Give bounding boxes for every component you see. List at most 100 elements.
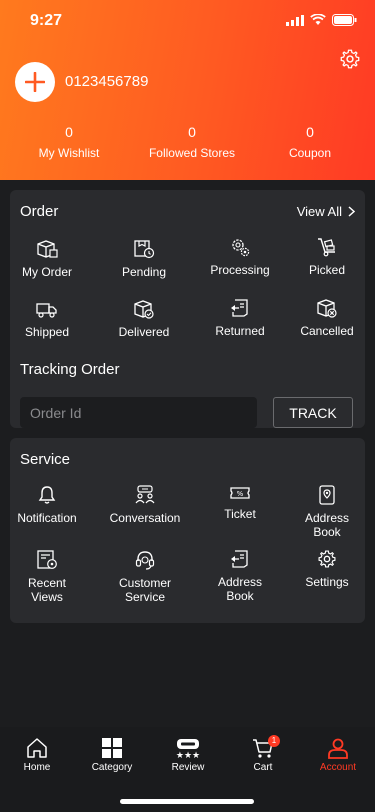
service-item-label: Recent [27,576,67,590]
avatar-add-button[interactable] [15,62,55,102]
status-time: 9:27 [30,12,63,29]
service-item-recent-views[interactable]: Recent Views [3,550,91,604]
delivery-truck-icon [36,303,57,318]
service-item-customer-service[interactable]: Customer Service [101,550,189,604]
profile-header: 9:27 0123456789 0 My Wishlist 0 Followed… [0,0,375,180]
coupon-label: Coupon [288,146,332,160]
recent-views-icon [37,550,57,569]
boxes-icon [37,240,58,258]
service-card: Service Notification Conversation % Tick… [10,438,365,623]
service-item-label-line2: Service [124,590,165,604]
system-icons [286,14,357,26]
order-card: Order View All My Order Pending Processi… [10,190,365,428]
review-stars-icon: ★★★ [176,739,200,759]
view-all-label: View All [296,204,342,219]
address-book-icon [319,485,335,505]
service-item-address-book[interactable]: Address Book [283,485,371,539]
service-item-label: Notification [17,511,77,525]
order-id-input[interactable] [20,397,257,428]
settings-gear-icon[interactable] [339,48,361,70]
order-item-my-order[interactable]: My Order [3,239,91,279]
order-item-delivered[interactable]: Delivered [100,299,188,339]
return-receipt-icon [231,299,248,317]
cart-badge: 1 [268,735,280,747]
order-item-label: Shipped [24,325,70,339]
order-item-label: My Order [21,265,72,279]
conversation-icon [135,485,155,504]
wifi-icon [310,14,326,25]
service-item-settings[interactable]: Settings [283,549,371,589]
nav-home[interactable]: Home [5,737,69,773]
coupon-count: 0 [306,124,314,140]
nav-category[interactable]: Category [80,737,144,773]
service-item-label: Ticket [224,507,256,521]
coupon-stat[interactable]: 0 Coupon [255,124,365,160]
box-cancel-icon [317,299,337,318]
signal-icon [286,14,304,26]
order-title: Order [20,203,59,220]
service-item-label: Settings [305,575,349,589]
hand-truck-icon [318,238,335,257]
service-item-label-line2: Views [31,590,63,604]
battery-icon [332,14,357,26]
category-grid-icon [102,738,122,758]
service-item-label-line2: Book [313,525,341,539]
home-indicator [120,799,254,804]
followed-stores-label: Followed Stores [148,146,236,160]
service-item-notification[interactable]: Notification [3,485,91,525]
nav-account[interactable]: Account [306,737,370,773]
service-title: Service [20,451,71,468]
nav-review[interactable]: ★★★ Review [156,737,220,773]
order-item-shipped[interactable]: Shipped [3,301,91,339]
nav-review-label: Review [171,762,205,773]
order-item-label: Delivered [118,325,170,339]
pending-clock-icon [134,240,155,259]
tracking-order-title: Tracking Order [20,361,120,378]
service-item-ticket[interactable]: % Ticket [196,485,284,521]
followed-stores-stat[interactable]: 0 Followed Stores [137,124,247,160]
track-button[interactable]: TRACK [273,397,353,428]
return-receipt-icon [231,550,248,568]
nav-category-label: Category [91,762,133,773]
order-item-label: Picked [308,263,346,277]
view-all-link[interactable]: View All [297,204,355,219]
settings-icon [318,550,336,568]
service-item-label: Address [217,575,263,589]
order-item-label: Processing [210,263,270,277]
home-icon [27,738,47,758]
service-item-label: Address [304,511,350,525]
box-check-icon [134,300,154,319]
wishlist-count: 0 [65,124,73,140]
nav-home-label: Home [23,762,51,773]
nav-cart-label: Cart [253,762,273,773]
order-item-cancelled[interactable]: Cancelled [283,298,371,338]
order-item-processing[interactable]: Processing [196,237,284,277]
followed-stores-count: 0 [188,124,196,140]
wishlist-stat[interactable]: 0 My Wishlist [14,124,124,160]
ticket-icon: % [230,487,250,499]
service-item-conversation[interactable]: Conversation [101,485,189,525]
service-item-label-line2: Book [226,589,254,603]
wishlist-label: My Wishlist [38,146,100,160]
bell-icon [38,486,56,504]
order-item-picked[interactable]: Picked [283,237,371,277]
nav-account-label: Account [319,762,357,773]
service-item-address-book-2[interactable]: Address Book [196,549,284,603]
svg-text:%: % [237,490,244,498]
processing-gears-icon [232,239,250,257]
nav-cart[interactable]: 1 Cart [231,735,295,773]
order-item-label: Pending [121,265,167,279]
service-item-label: Customer [118,576,171,590]
chevron-right-icon [348,206,355,217]
service-item-label: Conversation [109,511,181,525]
order-item-pending[interactable]: Pending [100,239,188,279]
account-user-icon [328,738,348,759]
order-item-returned[interactable]: Returned [196,298,284,338]
svg-text:★★★: ★★★ [176,751,200,759]
order-item-label: Returned [215,324,265,338]
plus-icon [25,72,45,92]
phone-number: 0123456789 [65,73,149,90]
headset-icon [135,551,155,570]
order-item-label: Cancelled [300,324,354,338]
status-bar: 9:27 [0,0,375,44]
